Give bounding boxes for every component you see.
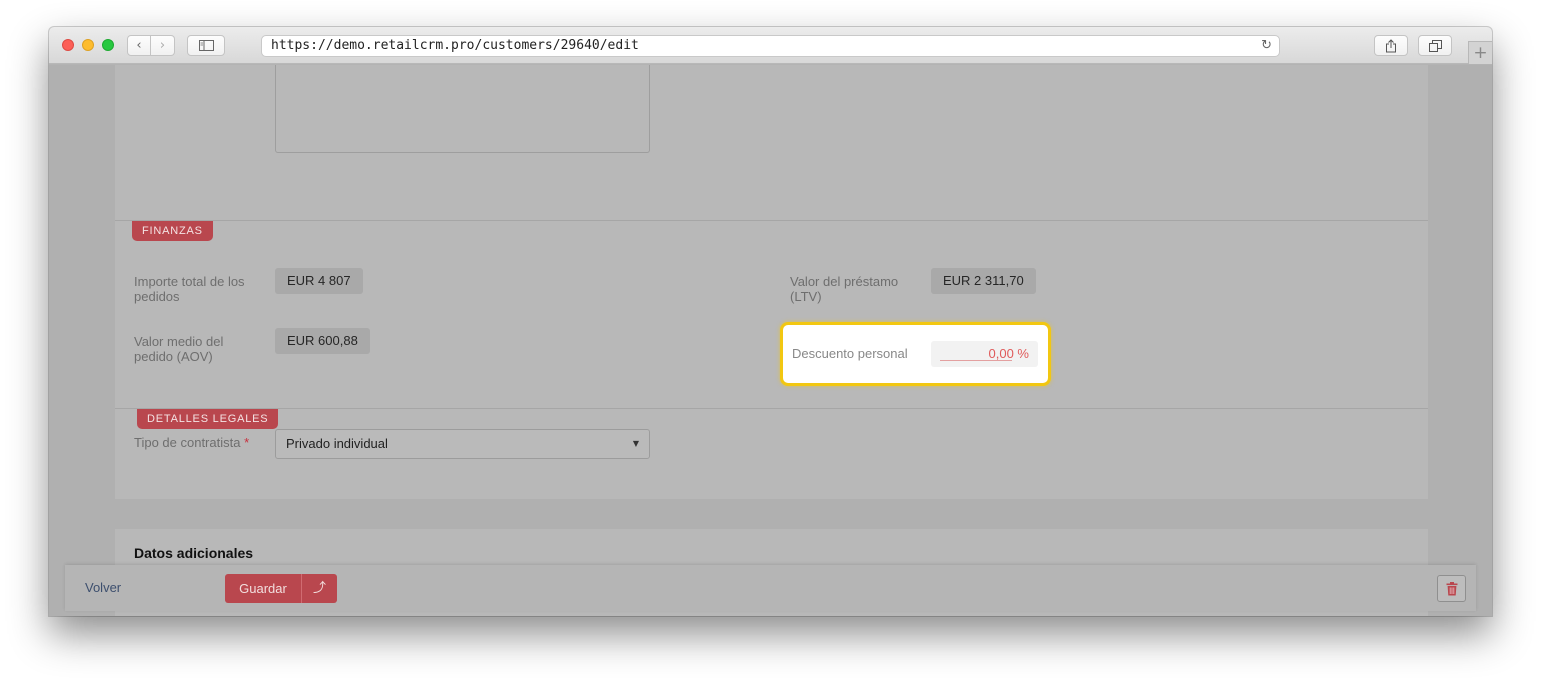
zoom-window-button[interactable] bbox=[102, 39, 114, 51]
total-orders-label: Importe total de los pedidos bbox=[134, 274, 245, 304]
browser-window: ‹ › https://demo.retailcrm.pro/customers… bbox=[49, 27, 1492, 616]
total-orders-value: EUR 4 807 bbox=[275, 268, 363, 294]
sidebar-toggle-button[interactable] bbox=[187, 35, 225, 56]
sidebar-icon bbox=[198, 40, 214, 51]
section-divider bbox=[115, 220, 1428, 221]
ltv-value: EUR 2 311,70 bbox=[931, 268, 1036, 294]
new-tab-button[interactable]: + bbox=[1468, 41, 1492, 64]
url-text: https://demo.retailcrm.pro/customers/296… bbox=[271, 38, 639, 53]
forward-button[interactable]: › bbox=[151, 35, 175, 56]
contractor-type-select[interactable]: Privado individual ▼ bbox=[275, 429, 650, 459]
share-button[interactable] bbox=[1374, 35, 1408, 56]
reload-icon[interactable]: ↻ bbox=[1261, 36, 1272, 56]
address-bar[interactable]: https://demo.retailcrm.pro/customers/296… bbox=[261, 35, 1280, 57]
section-divider bbox=[115, 408, 1428, 409]
caret-down-icon: ▼ bbox=[632, 439, 639, 448]
finance-section-tag: FINANZAS bbox=[132, 221, 213, 241]
save-button[interactable]: Guardar bbox=[225, 574, 301, 603]
contractor-type-value: Privado individual bbox=[286, 436, 388, 451]
contractor-type-label-text: Tipo de contratista bbox=[134, 435, 241, 450]
delete-button[interactable] bbox=[1437, 575, 1466, 602]
customer-form-card: FINANZAS Importe total de los pedidos EU… bbox=[115, 65, 1428, 499]
page-content: FINANZAS Importe total de los pedidos EU… bbox=[49, 65, 1492, 616]
save-and-exit-button[interactable]: ⤴ bbox=[301, 574, 337, 603]
close-window-button[interactable] bbox=[62, 39, 74, 51]
back-button[interactable]: ‹ bbox=[127, 35, 151, 56]
personal-discount-input[interactable]: 0,00 % bbox=[931, 341, 1038, 367]
aov-value: EUR 600,88 bbox=[275, 328, 370, 354]
tabs-icon bbox=[1428, 39, 1442, 52]
ltv-label: Valor del préstamo (LTV) bbox=[790, 274, 899, 304]
additional-data-title: Datos adicionales bbox=[134, 545, 254, 561]
aov-label: Valor medio del pedido (AOV) bbox=[134, 334, 224, 364]
tabs-button[interactable] bbox=[1418, 35, 1452, 56]
notes-textarea[interactable] bbox=[275, 65, 650, 153]
trash-icon bbox=[1446, 581, 1457, 595]
share-icon bbox=[1386, 38, 1396, 52]
browser-toolbar: ‹ › https://demo.retailcrm.pro/customers… bbox=[49, 27, 1492, 64]
contractor-type-label: Tipo de contratista * bbox=[134, 435, 249, 450]
chevron-right-icon: › bbox=[159, 38, 166, 53]
arrow-up-icon: ⤴ bbox=[312, 581, 326, 596]
required-mark: * bbox=[244, 435, 250, 450]
chevron-left-icon: ‹ bbox=[136, 38, 142, 53]
form-action-bar: Volver Guardar ⤴ bbox=[65, 565, 1476, 611]
minimize-window-button[interactable] bbox=[82, 39, 94, 51]
legal-section-tag: DETALLES LEGALES bbox=[137, 409, 279, 429]
personal-discount-label: Descuento personal bbox=[792, 346, 908, 361]
back-link[interactable]: Volver bbox=[85, 580, 121, 595]
personal-discount-highlight: Descuento personal 0,00 % bbox=[780, 322, 1051, 386]
personal-discount-value: 0,00 % bbox=[988, 346, 1029, 361]
